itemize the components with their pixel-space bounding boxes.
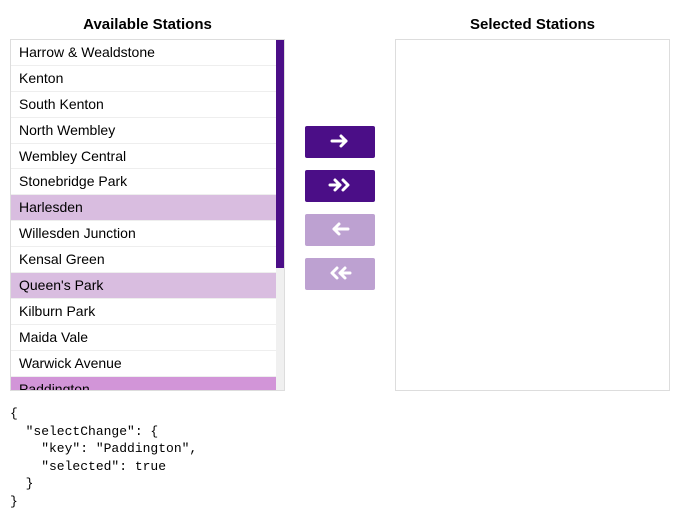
list-item[interactable]: Harrow & Wealdstone	[11, 40, 276, 66]
list-item[interactable]: Kensal Green	[11, 247, 276, 273]
double-arrow-left-icon	[327, 265, 353, 284]
available-scroll-thumb[interactable]	[276, 40, 284, 268]
list-item[interactable]: Willesden Junction	[11, 221, 276, 247]
list-item[interactable]: Stonebridge Park	[11, 169, 276, 195]
list-item[interactable]: Kenton	[11, 66, 276, 92]
available-listbox[interactable]: Harrow & WealdstoneKentonSouth KentonNor…	[10, 39, 285, 391]
arrow-left-icon	[329, 221, 351, 240]
available-list: Harrow & WealdstoneKentonSouth KentonNor…	[11, 40, 276, 390]
available-panel: Available Stations Harrow & WealdstoneKe…	[10, 10, 285, 391]
selected-panel: Selected Stations	[395, 10, 670, 391]
list-item[interactable]: Paddington	[11, 377, 276, 390]
arrow-right-icon	[329, 133, 351, 152]
transfer-controls	[305, 126, 375, 290]
selected-listbox[interactable]	[395, 39, 670, 391]
list-item[interactable]: Wembley Central	[11, 144, 276, 170]
list-item[interactable]: Maida Vale	[11, 325, 276, 351]
dual-list-container: Available Stations Harrow & WealdstoneKe…	[0, 0, 673, 401]
available-scrollbar[interactable]	[276, 40, 284, 390]
move-left-button	[305, 214, 375, 246]
debug-output: { "selectChange": { "key": "Paddington",…	[0, 401, 673, 514]
move-right-button[interactable]	[305, 126, 375, 158]
move-all-left-button	[305, 258, 375, 290]
list-item[interactable]: Kilburn Park	[11, 299, 276, 325]
list-item[interactable]: South Kenton	[11, 92, 276, 118]
list-item[interactable]: Queen's Park	[11, 273, 276, 299]
selected-list	[396, 40, 669, 390]
list-item[interactable]: North Wembley	[11, 118, 276, 144]
list-item[interactable]: Harlesden	[11, 195, 276, 221]
double-arrow-right-icon	[327, 177, 353, 196]
available-title: Available Stations	[10, 10, 285, 39]
selected-title: Selected Stations	[395, 10, 670, 39]
move-all-right-button[interactable]	[305, 170, 375, 202]
list-item[interactable]: Warwick Avenue	[11, 351, 276, 377]
